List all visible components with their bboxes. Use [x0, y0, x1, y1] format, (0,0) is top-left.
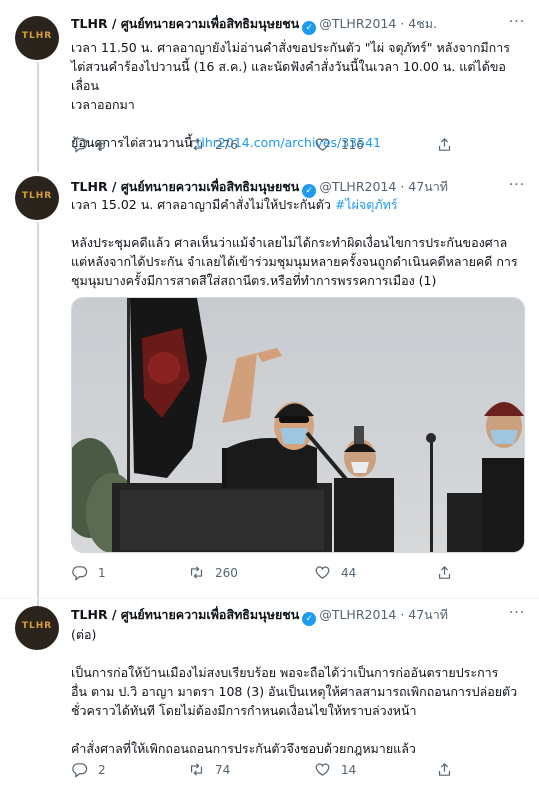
like-button[interactable]: 14	[314, 761, 356, 778]
timestamp[interactable]: 47นาที	[408, 179, 448, 194]
heart-icon	[315, 763, 330, 776]
share-icon	[438, 565, 451, 579]
separator-dot: ·	[400, 179, 405, 194]
retweet-icon	[190, 138, 203, 151]
avatar[interactable]: TLHR	[15, 176, 59, 220]
verified-badge-icon: ✓	[302, 612, 317, 626]
tweet-1[interactable]: TLHR TLHR / ศูนย์ทนายความเพื่อสิทธิมนุษย…	[0, 0, 539, 172]
divider	[0, 598, 539, 599]
timestamp[interactable]: 47นาที	[408, 607, 448, 622]
protest-photo-image	[72, 298, 524, 552]
thread-connector	[37, 160, 39, 172]
like-count: 14	[341, 762, 357, 777]
timestamp[interactable]: 4ชม.	[408, 16, 437, 31]
action-bar: 2 74 14	[71, 761, 511, 779]
avatar-logo: TLHR	[21, 31, 53, 41]
reply-icon	[72, 138, 88, 153]
more-options-icon[interactable]: ···	[507, 177, 527, 193]
retweet-button[interactable]: 74	[188, 761, 230, 778]
tweet-text-line: เวลา 15.02 น. ศาลอาญามีคำสั่งไม่ให้ประกั…	[71, 195, 525, 214]
retweet-count: 74	[215, 762, 231, 777]
heart-icon	[315, 566, 330, 579]
like-button[interactable]: 44	[314, 564, 356, 581]
reply-icon	[72, 763, 88, 778]
hashtag-link[interactable]: #ไผ่จตุภัทร์	[335, 197, 398, 212]
avatar-logo: TLHR	[21, 191, 53, 201]
tweet-header: TLHR / ศูนย์ทนายความเพื่อสิทธิมนุษยชน ✓ @T…	[71, 605, 448, 626]
separator-dot: ·	[400, 16, 405, 31]
tweet-text-line: (ต่อ)	[71, 627, 97, 642]
reply-button[interactable]: 1	[71, 564, 106, 581]
tweet-text-line: ชุมนุมบางครั้งมีการสาดสีใส่สถานีตร.หรือท…	[71, 273, 437, 288]
author-handle[interactable]: @TLHR2014	[319, 179, 396, 194]
tweet-text-line: แต่หลังจากได้ประกัน จำเลยได้เข้าร่วมชุมน…	[71, 254, 518, 269]
share-button[interactable]	[436, 761, 453, 778]
reply-count: 2	[98, 762, 106, 777]
action-bar: 1 260 44	[71, 564, 511, 582]
retweet-count: 276	[215, 137, 238, 152]
tweet-header: TLHR / ศูนย์ทนายความเพื่อสิทธิมนุษยชน ✓ @T…	[71, 177, 448, 198]
tweet-text: เวลา 11.50 น. ศาลอาญายังไม่อ่านคำสั่งขอป…	[71, 38, 525, 152]
share-button[interactable]	[436, 564, 453, 581]
retweet-count: 260	[215, 565, 238, 580]
retweet-button[interactable]: 260	[188, 564, 238, 581]
tweet-text-line: เวลาออกมา	[71, 97, 135, 112]
tweet-header: TLHR / ศูนย์ทนายความเพื่อสิทธิมนุษยชน ✓ @T…	[71, 14, 437, 35]
tweet-text-line: อื่น ตาม ป.วิ อาญา มาตรา 108 (3) อันเป็น…	[71, 684, 518, 699]
heart-icon	[315, 138, 330, 151]
share-icon	[438, 137, 451, 151]
author-name[interactable]: TLHR / ศูนย์ทนายความเพื่อสิทธิมนุษยชน	[71, 607, 299, 622]
retweet-icon	[190, 763, 203, 776]
tweet-text-line: ไต่สวนคำร้องไปวานนี้ (16 ส.ค.) และนัดฟัง…	[71, 59, 506, 93]
action-bar: 6 276 116	[71, 136, 511, 154]
thread-connector	[37, 62, 39, 172]
like-button[interactable]: 116	[314, 136, 364, 153]
reply-button[interactable]: 6	[71, 136, 106, 153]
tweet-text: (ต่อ) เป็นการก่อให้บ้านเมืองไม่สงบเรียบร…	[71, 625, 525, 758]
reply-count: 6	[98, 137, 106, 152]
share-button[interactable]	[436, 136, 453, 153]
tweet-3[interactable]: TLHR TLHR / ศูนย์ทนายความเพื่อสิทธิมนุษย…	[0, 598, 539, 787]
like-count: 44	[341, 565, 357, 580]
tweet-text-line: เป็นการก่อให้บ้านเมืองไม่สงบเรียบร้อย พอ…	[71, 665, 499, 680]
separator-dot: ·	[400, 607, 405, 622]
author-handle[interactable]: @TLHR2014	[319, 607, 396, 622]
tweet-text-line: คำสั่งศาลที่ให้เพิกถอนถอนการประกันตัวจึง…	[71, 741, 416, 756]
avatar-logo: TLHR	[21, 621, 53, 631]
like-count: 116	[341, 137, 364, 152]
retweet-icon	[190, 566, 203, 579]
tweet-photo[interactable]	[71, 297, 525, 553]
author-handle[interactable]: @TLHR2014	[319, 16, 396, 31]
author-name[interactable]: TLHR / ศูนย์ทนายความเพื่อสิทธิมนุษยชน	[71, 179, 299, 194]
more-options-icon[interactable]: ···	[507, 605, 527, 621]
retweet-button[interactable]: 276	[188, 136, 238, 153]
verified-badge-icon: ✓	[302, 21, 317, 35]
thread-connector	[37, 222, 39, 610]
tweet-text-prefix: เวลา 15.02 น. ศาลอาญามีคำสั่งไม่ให้ประกั…	[71, 197, 335, 212]
avatar[interactable]: TLHR	[15, 606, 59, 650]
tweet-text-line: หลังประชุมคดีแล้ว ศาลเห็นว่าแม้จำเลยไม่ไ…	[71, 235, 508, 250]
more-options-icon[interactable]: ···	[507, 14, 527, 30]
reply-icon	[72, 566, 88, 581]
reply-count: 1	[98, 565, 106, 580]
tweet-text-line: ชั่วคราวได้ทันที โดยไม่ต้องมีการกำหนดเงื…	[71, 703, 417, 718]
share-icon	[438, 762, 451, 776]
tweet-text: เวลา 15.02 น. ศาลอาญามีคำสั่งไม่ให้ประกั…	[71, 195, 525, 290]
author-name[interactable]: TLHR / ศูนย์ทนายความเพื่อสิทธิมนุษยชน	[71, 16, 299, 31]
tweet-text-line: เวลา 11.50 น. ศาลอาญายังไม่อ่านคำสั่งขอป…	[71, 40, 510, 55]
reply-button[interactable]: 2	[71, 761, 106, 778]
avatar[interactable]: TLHR	[15, 16, 59, 60]
